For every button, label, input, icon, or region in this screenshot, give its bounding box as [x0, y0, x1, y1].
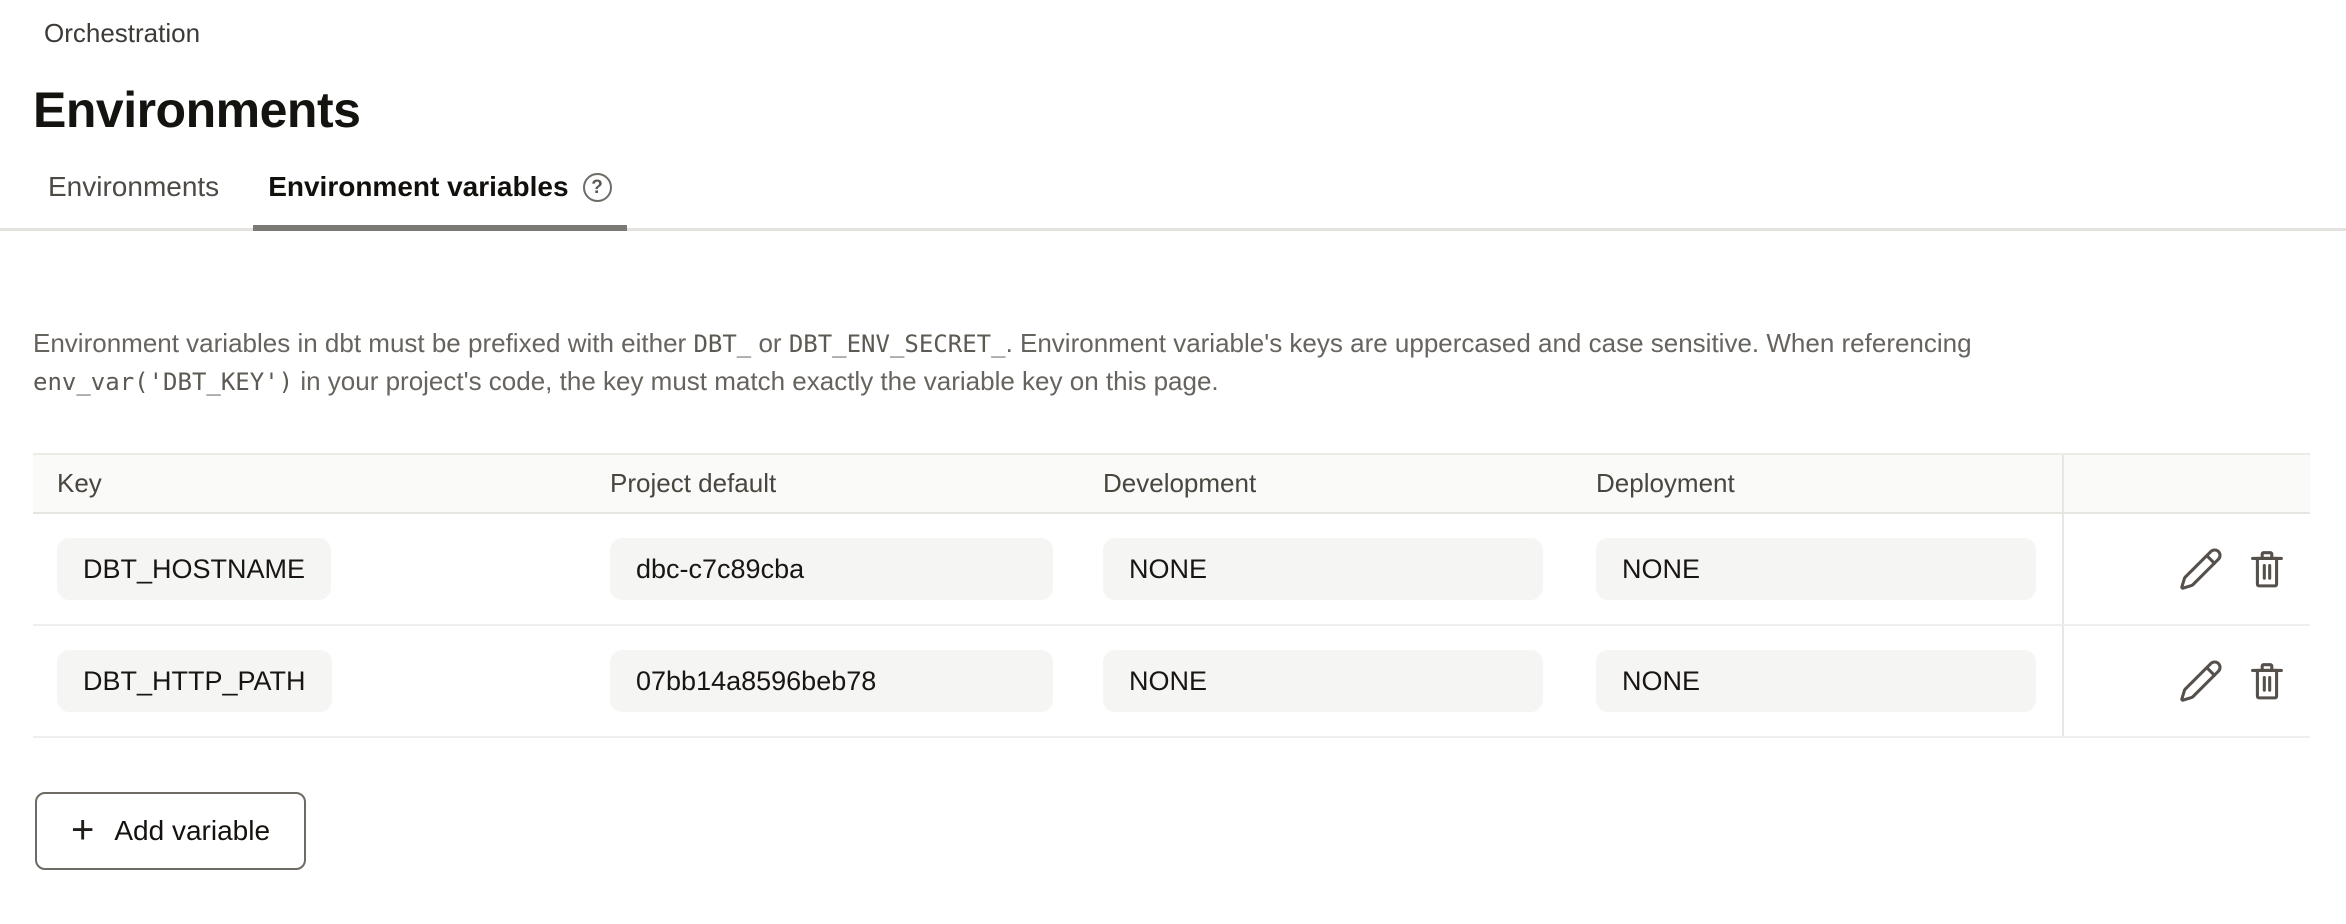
variable-key-chip: DBT_HOSTNAME [57, 538, 331, 600]
main-content: Environment variables in dbt must be pre… [0, 325, 2346, 870]
development-chip: NONE [1103, 538, 1543, 600]
actions-cell [2062, 626, 2310, 736]
project-default-chip: dbc-c7c89cba [610, 538, 1053, 600]
key-cell: DBT_HOSTNAME [33, 538, 610, 600]
description-part-1: Environment variables in dbt must be pre… [33, 328, 693, 358]
add-variable-button[interactable]: + Add variable [35, 792, 306, 870]
tab-environments[interactable]: Environments [33, 165, 234, 231]
key-cell: DBT_HTTP_PATH [33, 650, 610, 712]
page-header: Orchestration Environments [0, 0, 2346, 139]
actions-cell [2062, 514, 2310, 624]
column-header-development: Development [1103, 468, 1596, 499]
table-header-row: Key Project default Development Deployme… [33, 453, 2310, 514]
trash-icon [2244, 658, 2290, 704]
deployment-chip: NONE [1596, 538, 2036, 600]
tab-environments-label: Environments [48, 171, 219, 203]
variables-table: Key Project default Development Deployme… [33, 453, 2310, 738]
plus-icon: + [71, 810, 94, 850]
deployment-cell: NONE [1596, 650, 2062, 712]
project-default-cell: 07bb14a8596beb78 [610, 650, 1103, 712]
breadcrumb[interactable]: Orchestration [44, 18, 200, 49]
variable-key-chip: DBT_HTTP_PATH [57, 650, 332, 712]
code-env-var-example: env_var('DBT_KEY') [33, 368, 293, 396]
column-header-key: Key [33, 468, 610, 499]
table-row: DBT_HTTP_PATH 07bb14a8596beb78 NONE NONE [33, 626, 2310, 738]
development-cell: NONE [1103, 650, 1596, 712]
deployment-cell: NONE [1596, 538, 2062, 600]
tab-environment-variables-label: Environment variables [268, 171, 568, 203]
description-part-2: or [751, 328, 789, 358]
trash-icon [2244, 546, 2290, 592]
description-part-3: . Environment variable's keys are upperc… [1006, 328, 1972, 358]
delete-variable-button[interactable] [2244, 658, 2290, 704]
pencil-icon [2178, 546, 2224, 592]
project-default-chip: 07bb14a8596beb78 [610, 650, 1053, 712]
project-default-cell: dbc-c7c89cba [610, 538, 1103, 600]
tab-environment-variables[interactable]: Environment variables ? [253, 165, 626, 231]
table-row: DBT_HOSTNAME dbc-c7c89cba NONE NONE [33, 514, 2310, 626]
column-header-deployment: Deployment [1596, 468, 2062, 499]
development-cell: NONE [1103, 538, 1596, 600]
page-title: Environments [33, 81, 2310, 139]
edit-variable-button[interactable] [2178, 658, 2224, 704]
environment-variables-page: Orchestration Environments Environments … [0, 0, 2346, 924]
code-dbt-env-secret-prefix: DBT_ENV_SECRET_ [789, 330, 1006, 358]
description-part-4: in your project's code, the key must mat… [293, 366, 1219, 396]
description-text: Environment variables in dbt must be pre… [33, 325, 2233, 401]
help-icon[interactable]: ? [583, 173, 612, 202]
delete-variable-button[interactable] [2244, 546, 2290, 592]
tab-bar: Environments Environment variables ? [0, 165, 2346, 231]
column-header-project-default: Project default [610, 468, 1103, 499]
add-variable-label: Add variable [114, 815, 270, 847]
pencil-icon [2178, 658, 2224, 704]
development-chip: NONE [1103, 650, 1543, 712]
deployment-chip: NONE [1596, 650, 2036, 712]
column-header-actions [2062, 455, 2310, 512]
edit-variable-button[interactable] [2178, 546, 2224, 592]
code-dbt-prefix: DBT_ [693, 330, 751, 358]
